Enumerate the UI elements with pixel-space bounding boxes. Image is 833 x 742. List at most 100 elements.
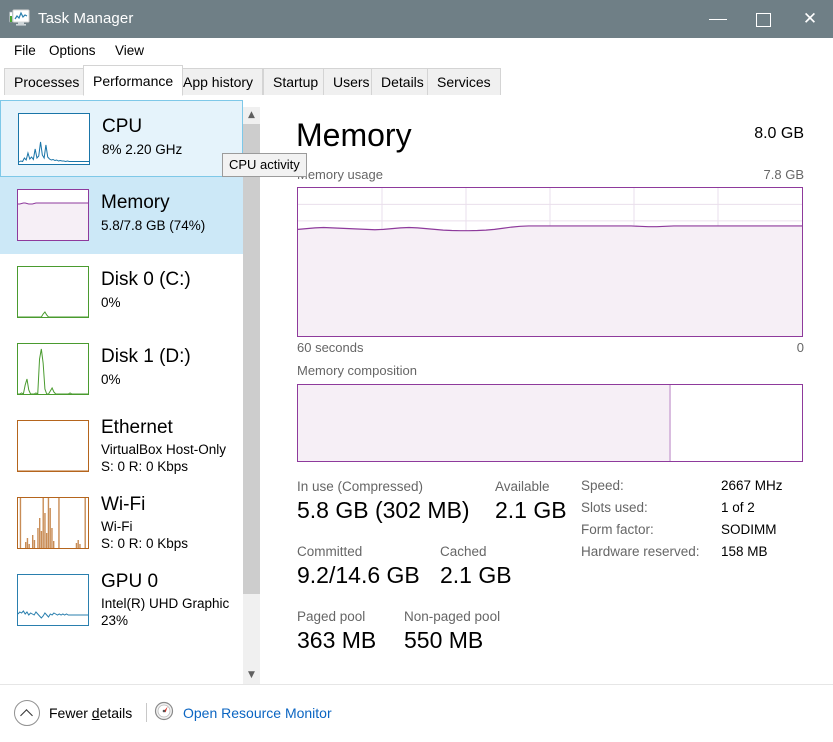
stat-value: 9.2/14.6 GB	[297, 562, 420, 588]
sidebar-item-name: CPU	[102, 116, 143, 137]
stat-available: Available 2.1 GB	[495, 478, 567, 526]
sidebar-item-subtext: Intel(R) UHD Graphic 23%	[101, 595, 243, 629]
detail-label-form-factor: Form factor:	[581, 522, 654, 537]
status-bar: Fewer details Open Resource Monitor	[0, 684, 833, 742]
scroll-down-icon[interactable]: ▼	[243, 667, 260, 684]
sidebar-item-disk-0-c[interactable]: Disk 0 (C:) 0%	[0, 254, 243, 331]
detail-value-speed: 2667 MHz	[721, 478, 783, 493]
memory-usage-label: Memory usage	[297, 167, 383, 182]
sidebar-item-line2: VirtualBox Host-Only	[101, 442, 227, 457]
close-icon: ✕	[802, 9, 818, 29]
resource-monitor-icon	[154, 701, 174, 726]
sidebar-thumbnail-graph	[17, 189, 89, 241]
resource-monitor-label: Open Resource Monitor	[183, 705, 332, 721]
stat-non-paged-pool: Non-paged pool 550 MB	[404, 608, 500, 656]
tab-details[interactable]: Details	[371, 68, 434, 96]
sidebar-item-line3: S: 0 R: 0 Kbps	[101, 459, 189, 474]
sidebar-item-ethernet[interactable]: Ethernet VirtualBox Host-Only S: 0 R: 0 Kb…	[0, 408, 243, 485]
sidebar-item-subtext: 0%	[101, 294, 243, 311]
detail-label-hardware-reserved: Hardware reserved:	[581, 544, 700, 559]
task-manager-icon	[9, 9, 31, 29]
menu-view[interactable]: View	[108, 40, 151, 62]
scroll-up-icon[interactable]: ▲	[243, 107, 260, 124]
sidebar-item-subtext: VirtualBox Host-Only S: 0 R: 0 Kbps	[101, 441, 243, 475]
stat-label: Paged pool	[297, 609, 366, 624]
stat-in-use: In use (Compressed) 5.8 GB (302 MB)	[297, 478, 470, 526]
sidebar-thumbnail-graph	[17, 266, 89, 318]
sidebar-item-name: Disk 1 (D:)	[101, 346, 191, 367]
stat-label: Cached	[440, 544, 487, 559]
maximize-button[interactable]	[741, 0, 787, 38]
sidebar-item-name: GPU 0	[101, 571, 159, 592]
sidebar-item-line2: 0%	[101, 372, 121, 387]
status-divider	[146, 703, 147, 722]
open-resource-monitor-link[interactable]: Open Resource Monitor	[154, 699, 332, 727]
sidebar-item-wi-fi[interactable]: Wi-Fi Wi-Fi S: 0 R: 0 Kbps	[0, 485, 243, 562]
memory-usage-graph[interactable]	[297, 187, 803, 337]
fewer-details-label: Fewer details	[49, 705, 133, 721]
page-title: Memory	[296, 117, 412, 153]
tab-processes[interactable]: Processes	[4, 68, 90, 96]
stat-label: Committed	[297, 544, 363, 559]
tab-performance[interactable]: Performance	[83, 65, 184, 96]
stat-value: 5.8 GB (302 MB)	[297, 497, 470, 523]
memory-composition-label: Memory composition	[297, 363, 417, 378]
sidebar-thumbnail-graph	[17, 343, 89, 395]
memory-composition-bar[interactable]	[297, 384, 803, 462]
task-manager-window: Task Manager ✕ File Options View Process…	[0, 0, 833, 742]
sidebar-thumbnail-graph	[18, 113, 90, 165]
stat-label: Available	[495, 479, 550, 494]
total-memory: 8.0 GB	[754, 125, 804, 142]
sidebar-item-cpu[interactable]: CPU 8% 2.20 GHz	[0, 100, 243, 177]
detail-value-hardware-reserved: 158 MB	[721, 544, 768, 559]
stat-paged-pool: Paged pool 363 MB	[297, 608, 376, 656]
maximize-icon	[756, 13, 771, 27]
minimize-icon	[709, 19, 727, 20]
tab-app-history[interactable]: App history	[173, 68, 264, 96]
scrollbar-thumb[interactable]	[243, 124, 260, 594]
sidebar-item-line2: 5.8/7.8 GB (74%)	[101, 218, 206, 233]
sidebar-item-line3: 23%	[101, 613, 129, 628]
stat-value: 2.1 GB	[495, 497, 567, 523]
menu-file[interactable]: File	[7, 40, 43, 62]
stat-value: 363 MB	[297, 627, 377, 653]
sidebar-item-memory[interactable]: Memory 5.8/7.8 GB (74%)	[0, 177, 243, 254]
minimize-button[interactable]	[695, 0, 741, 38]
stat-label: Non-paged pool	[404, 609, 501, 624]
sidebar-item-name: Ethernet	[101, 417, 173, 438]
tab-startup[interactable]: Startup	[263, 68, 329, 96]
stat-cached: Cached 2.1 GB	[440, 543, 512, 591]
sidebar-item-line2: Intel(R) UHD Graphic	[101, 596, 230, 611]
sidebar-item-gpu-0[interactable]: GPU 0 Intel(R) UHD Graphic 23%	[0, 562, 243, 639]
detail-label-speed: Speed:	[581, 478, 624, 493]
stat-value: 2.1 GB	[440, 562, 512, 588]
menu-bar: File Options View	[0, 38, 833, 64]
sidebar-item-line2: Wi-Fi	[101, 519, 133, 534]
window-title: Task Manager	[38, 10, 134, 27]
stat-committed: Committed 9.2/14.6 GB	[297, 543, 420, 591]
sidebar-item-name: Memory	[101, 192, 170, 213]
title-bar: Task Manager ✕	[0, 0, 833, 38]
sidebar-item-subtext: 5.8/7.8 GB (74%)	[101, 217, 243, 234]
cpu-activity-tooltip: CPU activity	[222, 153, 307, 177]
graph-time-end: 0	[796, 340, 804, 355]
sidebar-item-disk-1-d[interactable]: Disk 1 (D:) 0%	[0, 331, 243, 408]
sidebar-item-name: Wi-Fi	[101, 494, 146, 515]
sidebar-item-name: Disk 0 (C:)	[101, 269, 191, 290]
fewer-details-button[interactable]: Fewer details	[14, 699, 132, 727]
performance-sidebar: CPU 8% 2.20 GHz Memory 5.8/7.8 GB (74%) Disk…	[0, 97, 243, 684]
memory-detail-panel: Memory 8.0 GB Memory usage 7.8 GB 60 sec…	[261, 97, 833, 684]
menu-options[interactable]: Options	[42, 40, 103, 62]
stat-label: In use (Compressed)	[297, 479, 424, 494]
sidebar-item-line2: 0%	[101, 295, 121, 310]
close-button[interactable]: ✕	[787, 0, 833, 38]
sidebar-item-subtext: Wi-Fi S: 0 R: 0 Kbps	[101, 518, 243, 552]
tab-services[interactable]: Services	[427, 68, 501, 96]
tab-strip: Processes Performance App history Startu…	[0, 64, 833, 96]
sidebar-thumbnail-graph	[17, 497, 89, 549]
stat-value: 550 MB	[404, 627, 484, 653]
sidebar-thumbnail-graph	[17, 574, 89, 626]
chevron-up-icon	[14, 700, 40, 726]
sidebar-scrollbar[interactable]: ▲ ▼	[243, 107, 260, 684]
graph-time-start: 60 seconds	[297, 340, 364, 355]
